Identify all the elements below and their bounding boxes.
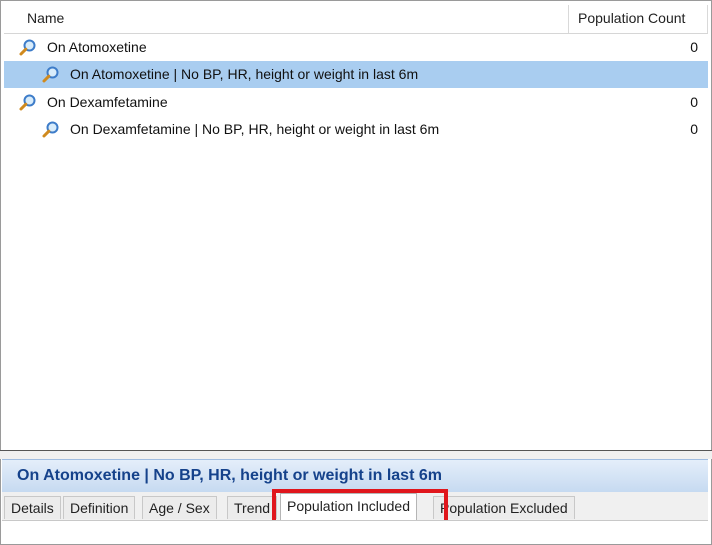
tree-row-on-atomoxetine[interactable]: On Atomoxetine 0 [4,34,708,61]
tab-trend[interactable]: Trend [227,496,278,519]
column-divider[interactable] [568,5,569,33]
column-header-population-count[interactable]: Population Count [578,10,685,26]
tab-definition[interactable]: Definition [63,496,136,519]
splitter[interactable] [0,450,712,459]
search-magnifier-icon [18,93,38,113]
tree-row-count: 0 [690,39,698,55]
tree-row-label: On Dexamfetamine [47,94,168,110]
tree-row-label: On Atomoxetine | No BP, HR, height or we… [70,66,419,82]
tree-row-on-dexamfetamine[interactable]: On Dexamfetamine 0 [4,89,708,116]
detail-title-bar: On Atomoxetine | No BP, HR, height or we… [2,459,708,493]
search-magnifier-icon [18,38,38,58]
tab-details[interactable]: Details [4,496,61,519]
tab-population-excluded[interactable]: Population Excluded [433,496,575,519]
tab-content-area [2,520,708,543]
search-magnifier-icon [41,65,61,85]
tree-row-count: 0 [690,121,698,137]
tab-age-sex[interactable]: Age / Sex [142,496,217,519]
tree-row-label: On Atomoxetine [47,39,147,55]
search-magnifier-icon [41,120,61,140]
tree-row-count: 0 [690,94,698,110]
detail-title: On Atomoxetine | No BP, HR, height or we… [17,467,442,484]
tree-row-on-dexamfetamine-no-bp[interactable]: On Dexamfetamine | No BP, HR, height or … [4,116,708,143]
column-divider [707,5,708,33]
tree-row-label: On Dexamfetamine | No BP, HR, height or … [70,121,440,137]
grid-header: Name Population Count [4,3,708,34]
tree-row-on-atomoxetine-no-bp[interactable]: On Atomoxetine | No BP, HR, height or we… [4,61,708,88]
column-header-name[interactable]: Name [27,10,64,26]
